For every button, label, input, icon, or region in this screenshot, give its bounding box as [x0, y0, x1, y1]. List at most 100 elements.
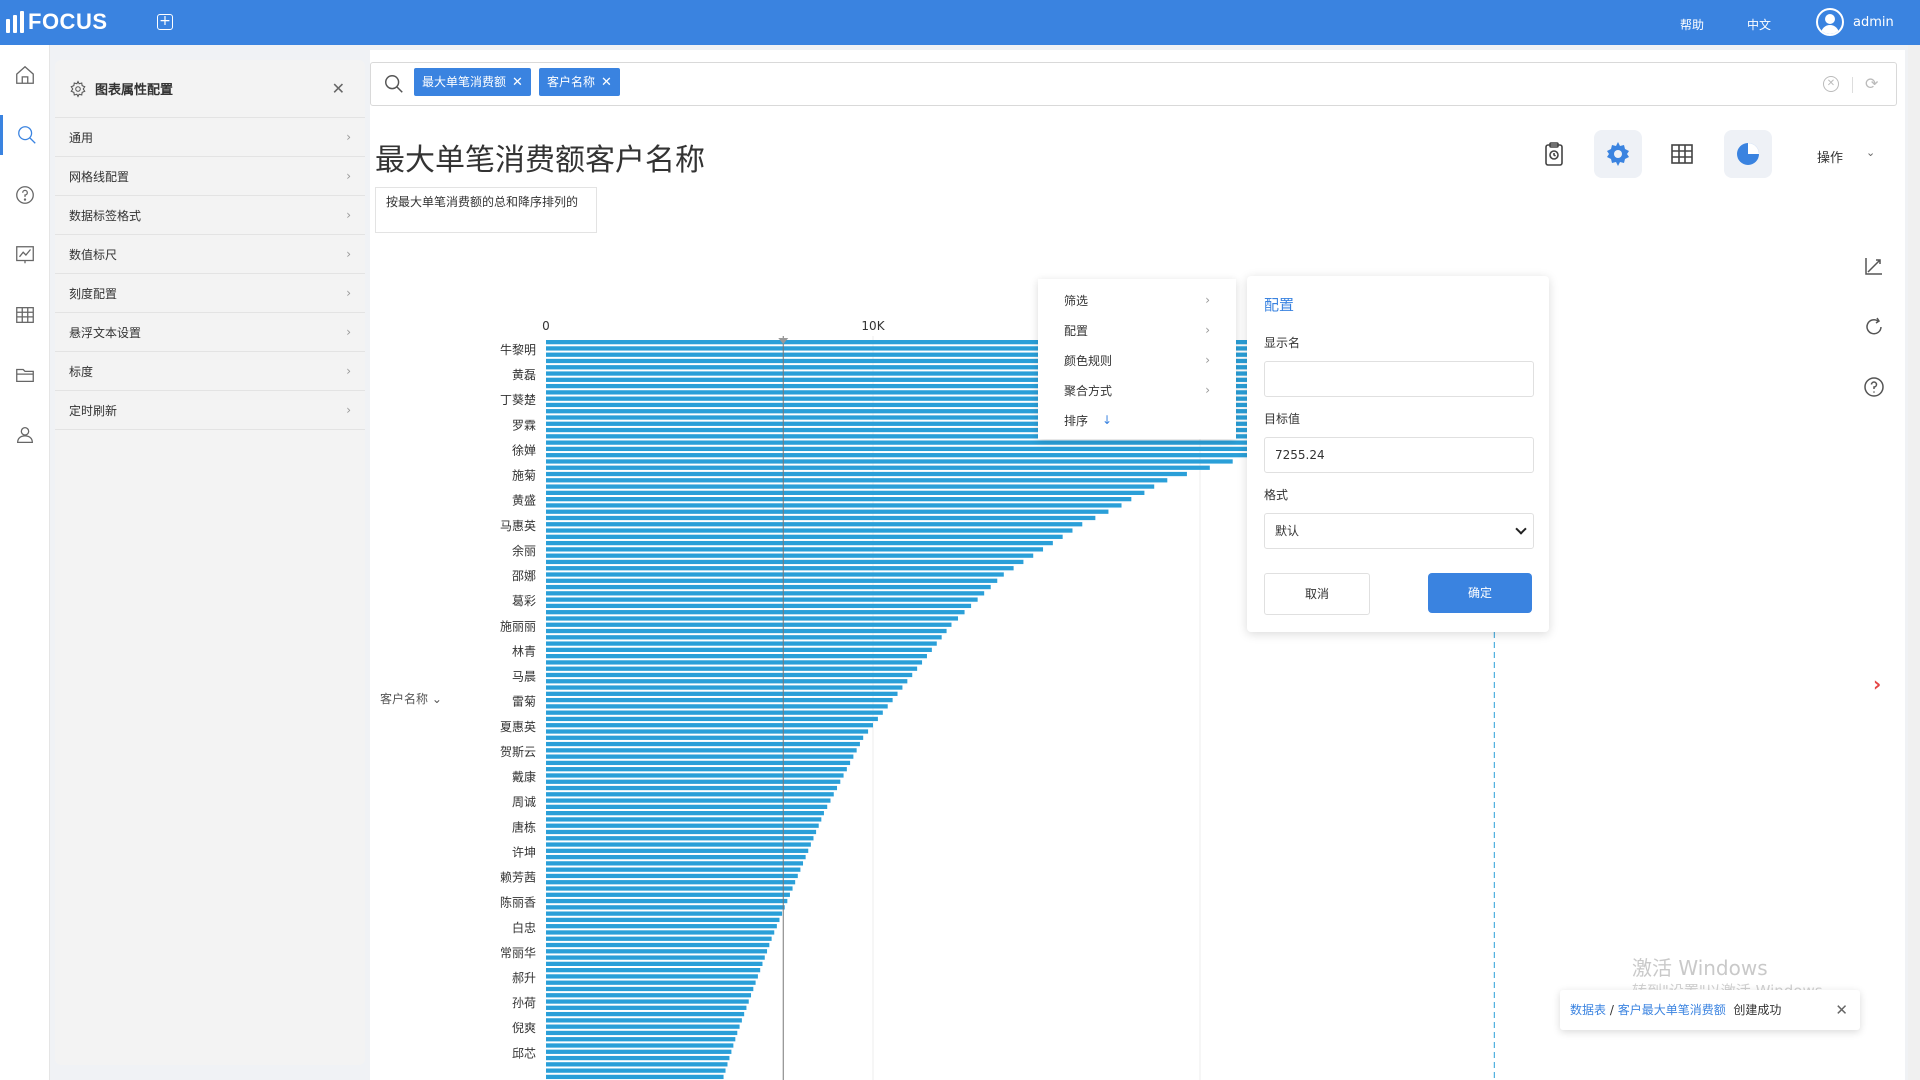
bar: [546, 723, 873, 728]
refresh-icon[interactable]: ⟳: [1865, 74, 1878, 93]
folder-icon[interactable]: [0, 355, 50, 395]
category-label: 林青: [512, 644, 536, 658]
toast-link-datatable[interactable]: 数据表: [1570, 1003, 1606, 1017]
search-icon[interactable]: [0, 115, 50, 155]
y-axis-label[interactable]: 客户名称 ⌄: [380, 690, 442, 707]
chevron-right-icon: ›: [1205, 323, 1210, 337]
prop-item[interactable]: 数值标尺 ›: [55, 235, 365, 274]
bar: [546, 1068, 726, 1073]
target-value-input[interactable]: 7255.24: [1264, 437, 1534, 473]
bar: [546, 603, 972, 609]
toast-link-table-name[interactable]: 客户最大单笔消费额: [1618, 1003, 1726, 1017]
chevron-right-icon: ›: [346, 325, 351, 339]
column-context-menu: 筛选 › 配置 › 颜色规则 › 聚合方式 › 排序 ↓: [1038, 279, 1236, 439]
avatar[interactable]: [1816, 8, 1844, 36]
search-bar[interactable]: 最大单笔消费额 ✕ 客户名称 ✕ ✕ ⟳: [370, 62, 1897, 106]
menu-item-config[interactable]: 配置 ›: [1038, 315, 1236, 345]
help-circle-icon[interactable]: [1862, 375, 1886, 399]
chevron-down-icon[interactable]: ⌄: [1866, 146, 1875, 159]
search-tag[interactable]: 最大单笔消费额 ✕: [414, 68, 531, 96]
clear-search-icon[interactable]: ✕: [1823, 76, 1839, 92]
bar: [546, 1049, 732, 1054]
axis-icon[interactable]: [1862, 254, 1886, 278]
settings-gear-icon[interactable]: [1594, 130, 1642, 178]
expand-arrow-icon[interactable]: ›: [1873, 672, 1881, 696]
search-tag[interactable]: 客户名称 ✕: [539, 68, 620, 96]
bar: [546, 1074, 724, 1080]
bar: [546, 1043, 734, 1048]
bar: [546, 754, 854, 759]
operations-menu[interactable]: 操作: [1817, 147, 1843, 166]
focus-logo[interactable]: FOCUS: [6, 9, 108, 35]
menu-item-label: 排序: [1064, 413, 1089, 428]
bar: [546, 949, 768, 954]
confirm-button[interactable]: 确定: [1428, 573, 1532, 613]
pie-chart-icon[interactable]: [1724, 130, 1772, 178]
prop-item[interactable]: 数据标签格式 ›: [55, 196, 365, 235]
home-icon[interactable]: [0, 55, 50, 95]
bar: [546, 735, 864, 740]
bar: [546, 924, 777, 929]
remove-tag-icon[interactable]: ✕: [601, 75, 612, 90]
remove-tag-icon[interactable]: ✕: [512, 75, 523, 90]
menu-item-aggregation[interactable]: 聚合方式 ›: [1038, 375, 1236, 405]
bar: [546, 509, 1109, 514]
help-link[interactable]: 帮助: [1680, 16, 1704, 33]
prop-item-label: 网格线配置: [69, 169, 130, 184]
user-icon[interactable]: [0, 415, 50, 455]
bar: [546, 578, 998, 583]
format-select[interactable]: 默认: [1264, 513, 1534, 549]
category-label: 倪爽: [512, 1021, 536, 1035]
category-label: 葛彩: [512, 594, 536, 608]
y-axis-label-text: 客户名称: [380, 692, 429, 706]
page-scrollbar[interactable]: [1908, 45, 1920, 1080]
close-icon[interactable]: ✕: [332, 79, 345, 98]
chevron-right-icon: ›: [346, 364, 351, 378]
table-icon[interactable]: [0, 295, 50, 335]
display-name-input[interactable]: [1264, 361, 1534, 397]
close-icon[interactable]: ✕: [1835, 990, 1848, 1030]
table-view-icon[interactable]: [1658, 130, 1706, 178]
menu-item-filter[interactable]: 筛选 ›: [1038, 285, 1236, 315]
bar: [546, 798, 831, 803]
prop-item[interactable]: 悬浮文本设置 ›: [55, 313, 365, 352]
clipboard-icon[interactable]: [1530, 130, 1578, 178]
bar: [546, 685, 903, 690]
prop-item[interactable]: 标度 ›: [55, 352, 365, 391]
board-icon[interactable]: [0, 235, 50, 275]
format-label: 格式: [1264, 488, 1289, 502]
bar: [546, 905, 785, 910]
language-switch[interactable]: 中文: [1747, 16, 1771, 33]
bar: [546, 522, 1083, 527]
rotate-icon[interactable]: [1862, 315, 1886, 339]
prop-item[interactable]: 定时刷新 ›: [55, 391, 365, 430]
category-label: 戴康: [512, 769, 536, 784]
menu-item-sort[interactable]: 排序 ↓: [1038, 405, 1236, 435]
prop-item[interactable]: 刻度配置 ›: [55, 274, 365, 313]
help-circle-icon[interactable]: [0, 175, 50, 215]
add-tab-icon[interactable]: +: [157, 14, 173, 30]
bar: [546, 666, 918, 671]
prop-item[interactable]: 通用 ›: [55, 118, 365, 157]
bar: [546, 622, 952, 627]
left-nav-rail: [0, 45, 50, 1080]
bar: [546, 654, 927, 659]
chevron-down-icon: [1515, 523, 1527, 535]
bar: [546, 610, 965, 615]
bar: [546, 980, 756, 985]
menu-item-label: 聚合方式: [1064, 383, 1113, 398]
bar: [546, 672, 913, 678]
bar: [546, 848, 809, 853]
bar: [546, 911, 783, 916]
bar: [546, 741, 860, 747]
chevron-right-icon: ›: [346, 247, 351, 261]
menu-item-color-rules[interactable]: 颜色规则 ›: [1038, 345, 1236, 375]
prop-item[interactable]: 网格线配置 ›: [55, 157, 365, 196]
search-icon: [385, 75, 403, 93]
cancel-button[interactable]: 取消: [1264, 573, 1370, 615]
user-name[interactable]: admin: [1853, 15, 1894, 30]
bar: [546, 446, 1276, 452]
search-tag-label: 客户名称: [547, 75, 596, 89]
bar: [546, 817, 822, 822]
bar: [546, 842, 811, 847]
